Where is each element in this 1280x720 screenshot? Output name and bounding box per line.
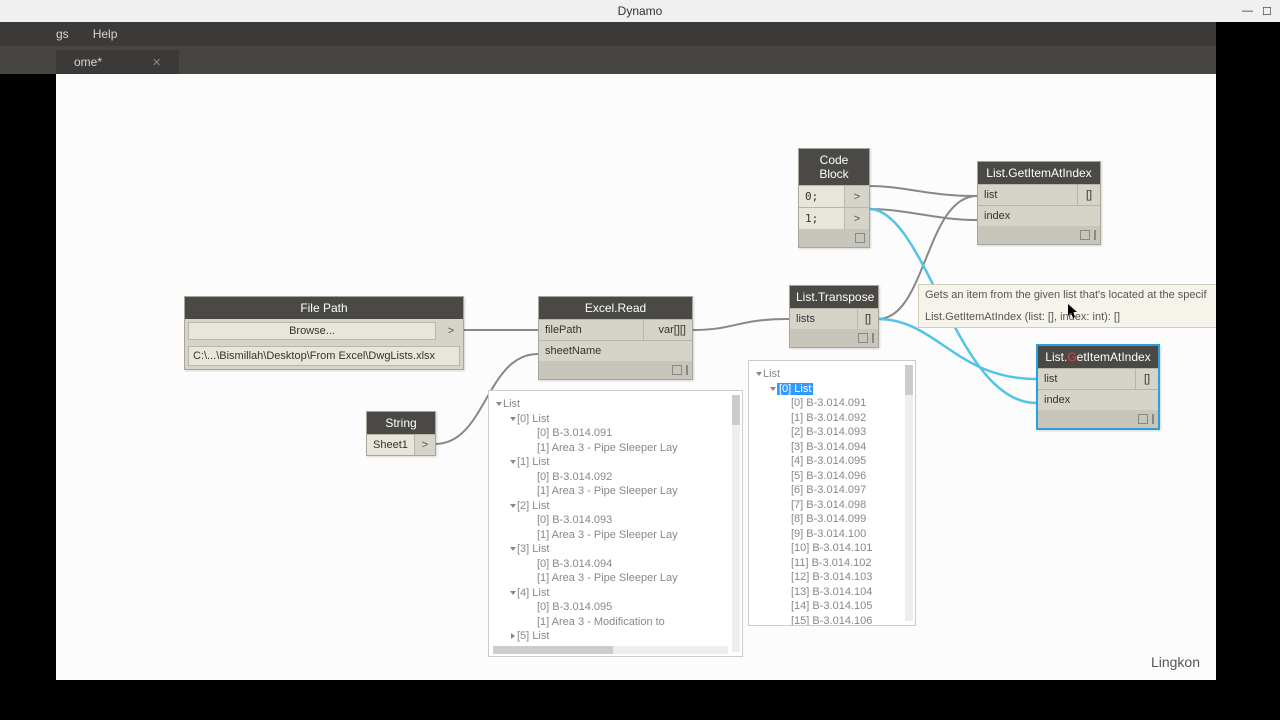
input-filepath[interactable]: filePath — [539, 320, 644, 340]
window-title: Dynamo — [618, 4, 663, 18]
output-port[interactable]: [] — [1078, 185, 1100, 205]
node-footer — [799, 229, 869, 247]
minimize-button[interactable]: — — [1242, 5, 1254, 17]
input-index[interactable]: index — [1038, 390, 1158, 410]
graph-canvas[interactable]: File Path Browse... > C:\...\Bismillah\D… — [56, 74, 1216, 680]
node-footer — [790, 329, 878, 347]
node-footer — [1038, 410, 1158, 428]
file-path-value: C:\...\Bismillah\Desktop\From Excel\DwgL… — [188, 346, 460, 366]
menu-bar: gs Help — [0, 22, 1280, 46]
code-line-0[interactable]: 0; — [799, 186, 845, 207]
input-index[interactable]: index — [978, 206, 1100, 226]
node-title: List.Transpose — [790, 286, 878, 308]
node-excel-read[interactable]: Excel.Read filePath var[][] sheetName — [538, 296, 693, 380]
output-port[interactable]: [] — [1136, 369, 1158, 389]
input-list[interactable]: list — [978, 185, 1078, 205]
browse-button[interactable]: Browse... — [188, 322, 436, 340]
tab-bar: ome* ✕ — [0, 46, 1280, 74]
node-footer — [539, 361, 692, 379]
mouse-cursor-icon — [1068, 304, 1080, 320]
node-title: File Path — [185, 297, 463, 319]
title-bar: Dynamo — ☐ — [0, 0, 1280, 22]
node-title: Code Block — [799, 149, 869, 185]
preview-excel-read[interactable]: List [0] List[0] B-3.014.091[1] Area 3 -… — [488, 390, 743, 657]
node-code-block[interactable]: Code Block 0; > 1; > — [798, 148, 870, 248]
maximize-button[interactable]: ☐ — [1262, 5, 1274, 17]
right-border — [1216, 22, 1280, 720]
node-string[interactable]: String Sheet1 > — [366, 411, 436, 456]
code-line-1[interactable]: 1; — [799, 208, 845, 229]
string-value[interactable]: Sheet1 — [367, 435, 415, 455]
input-list[interactable]: list — [1038, 369, 1136, 389]
vertical-scrollbar[interactable] — [732, 395, 740, 652]
node-title: List.GetItemAtIndex — [1038, 346, 1158, 368]
close-icon[interactable]: ✕ — [152, 56, 161, 69]
preview-list-transpose[interactable]: List [0] List [0] B-3.014.091[1] B-3.014… — [748, 360, 916, 626]
node-footer — [978, 226, 1100, 244]
bottom-border — [0, 680, 1280, 720]
output-port[interactable]: > — [845, 187, 869, 207]
node-list-transpose[interactable]: List.Transpose lists [] — [789, 285, 879, 348]
vertical-scrollbar[interactable] — [905, 365, 913, 621]
output-port[interactable]: > — [845, 209, 869, 229]
node-get-item-at-index-1[interactable]: List.GetItemAtIndex list [] index — [977, 161, 1101, 245]
node-get-item-at-index-2[interactable]: List.GetItemAtIndex list [] index — [1036, 344, 1160, 430]
menu-item-gs[interactable]: gs — [56, 27, 69, 41]
output-port[interactable]: > — [439, 321, 463, 341]
workspace-tab[interactable]: ome* ✕ — [56, 50, 179, 74]
watermark-text: Lingkon — [1151, 654, 1200, 670]
input-lists[interactable]: lists — [790, 309, 858, 329]
menu-item-help[interactable]: Help — [93, 27, 118, 41]
node-title: Excel.Read — [539, 297, 692, 319]
tab-label: ome* — [74, 55, 102, 69]
input-sheetname[interactable]: sheetName — [539, 341, 692, 361]
node-title: List.GetItemAtIndex — [978, 162, 1100, 184]
output-port[interactable]: > — [415, 435, 435, 455]
output-port[interactable]: [] — [858, 309, 878, 329]
node-title: String — [367, 412, 435, 434]
horizontal-scrollbar[interactable] — [493, 646, 728, 654]
output-var[interactable]: var[][] — [644, 320, 692, 340]
node-file-path[interactable]: File Path Browse... > C:\...\Bismillah\D… — [184, 296, 464, 370]
